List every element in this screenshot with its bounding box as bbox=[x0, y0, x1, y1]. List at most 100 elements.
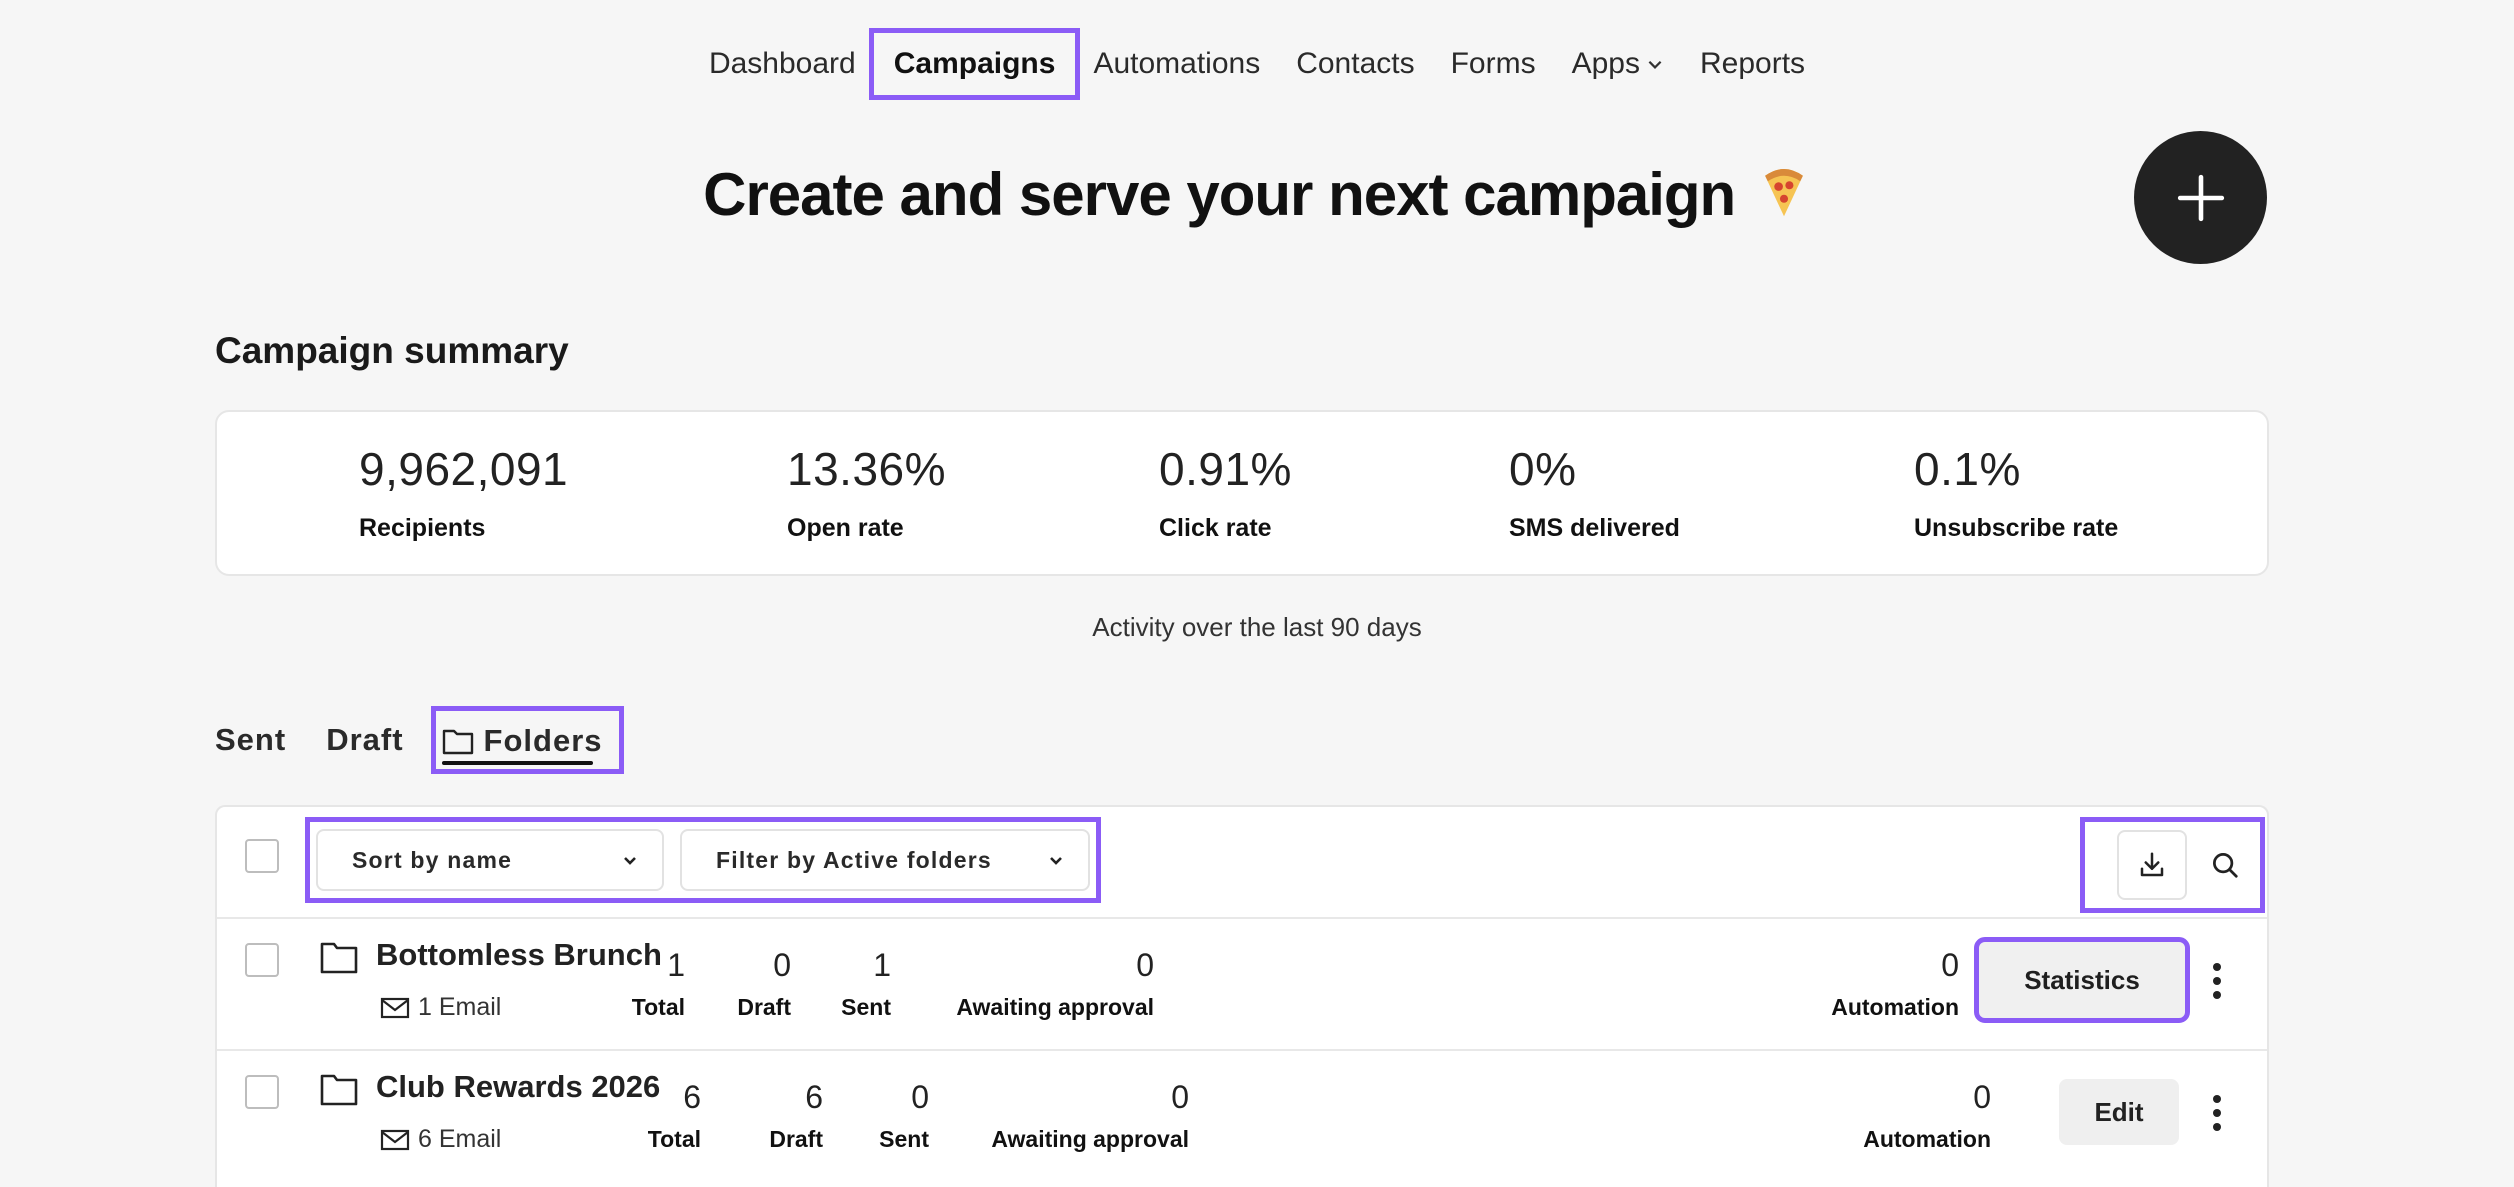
more-options-icon[interactable] bbox=[2211, 1093, 2223, 1133]
metric-recipients: 9,962,091 Recipients bbox=[359, 442, 568, 543]
stat-value: 6 bbox=[683, 1079, 701, 1115]
sort-select-label: Sort by name bbox=[352, 846, 513, 873]
stat-label: Draft bbox=[737, 994, 791, 1020]
folder-email-count: 1 Email bbox=[380, 993, 501, 1022]
folder-name[interactable]: Club Rewards 2026 bbox=[376, 1069, 660, 1105]
tab-draft[interactable]: Draft bbox=[326, 722, 403, 758]
stat-value: 6 bbox=[805, 1079, 823, 1115]
stat-value: 0 bbox=[1973, 1079, 1991, 1115]
stat-label: Automation bbox=[1863, 1126, 1991, 1152]
main-nav: Dashboard Campaigns Automations Contacts… bbox=[0, 28, 2514, 100]
stat-value: 0 bbox=[773, 947, 791, 983]
sort-filter-group: Sort by name Filter by Active folders bbox=[305, 817, 1101, 903]
stat-value: 0 bbox=[911, 1079, 929, 1115]
stat-sent: 0 Sent bbox=[879, 1079, 929, 1153]
nav-item-campaigns[interactable]: Campaigns bbox=[868, 28, 1081, 100]
pizza-icon bbox=[1764, 169, 1803, 217]
table-row: Bottomless Brunch 1 Email 1 Total 0 Draf… bbox=[217, 917, 2267, 1051]
metric-click-rate: 0.91% Click rate bbox=[1159, 442, 1292, 543]
metric-value: 9,962,091 bbox=[359, 443, 569, 495]
mail-icon bbox=[380, 1129, 410, 1150]
stat-total: 6 Total bbox=[648, 1079, 701, 1153]
stat-value: 1 bbox=[873, 947, 891, 983]
stat-value: 1 bbox=[667, 947, 685, 983]
download-button[interactable] bbox=[2117, 830, 2187, 900]
metric-value: 0.91% bbox=[1159, 443, 1292, 495]
stat-automation: 0 Automation bbox=[1863, 1079, 1991, 1153]
plus-icon bbox=[2177, 174, 2224, 221]
download-icon bbox=[2140, 852, 2164, 877]
table-row: Club Rewards 2026 6 Email 6 Total 6 Draf… bbox=[217, 1049, 2267, 1181]
toolbar-actions bbox=[2080, 817, 2265, 913]
folder-email-count: 6 Email bbox=[380, 1125, 501, 1154]
nav-item-automations[interactable]: Automations bbox=[1075, 33, 1278, 95]
table-toolbar: Sort by name Filter by Active folders bbox=[217, 807, 2267, 919]
stat-label: Sent bbox=[841, 994, 891, 1020]
tab-sent[interactable]: Sent bbox=[215, 722, 286, 758]
stat-awaiting-approval: 0 Awaiting approval bbox=[991, 1079, 1189, 1153]
metric-label: Unsubscribe rate bbox=[1914, 514, 2119, 542]
metric-unsubscribe-rate: 0.1% Unsubscribe rate bbox=[1914, 442, 2118, 543]
metric-value: 0% bbox=[1509, 443, 1577, 495]
nav-item-apps-label: Apps bbox=[1571, 47, 1640, 80]
tab-folders[interactable]: Folders bbox=[430, 706, 624, 774]
folders-table: Sort by name Filter by Active folders Bo… bbox=[215, 805, 2269, 1187]
nav-item-dashboard[interactable]: Dashboard bbox=[691, 33, 874, 95]
stat-automation: 0 Automation bbox=[1831, 947, 1959, 1021]
chevron-down-icon bbox=[1050, 857, 1062, 865]
stat-label: Sent bbox=[879, 1126, 929, 1152]
stat-label: Automation bbox=[1831, 994, 1959, 1020]
stat-awaiting-approval: 0 Awaiting approval bbox=[956, 947, 1154, 1021]
tab-folders-label: Folders bbox=[483, 723, 603, 758]
chevron-down-icon bbox=[624, 857, 636, 865]
email-count-text: 6 Email bbox=[418, 1125, 502, 1153]
metric-open-rate: 13.36% Open rate bbox=[787, 442, 946, 543]
sort-select[interactable]: Sort by name bbox=[316, 829, 664, 891]
summary-card: 9,962,091 Recipients 13.36% Open rate 0.… bbox=[215, 410, 2269, 576]
nav-item-contacts[interactable]: Contacts bbox=[1278, 33, 1432, 95]
folder-icon bbox=[442, 729, 473, 755]
statistics-button[interactable]: Statistics bbox=[1974, 937, 2190, 1023]
folder-name[interactable]: Bottomless Brunch bbox=[376, 937, 662, 973]
stat-label: Total bbox=[631, 994, 685, 1020]
nav-item-apps[interactable]: Apps bbox=[1554, 33, 1682, 95]
stat-label: Total bbox=[647, 1126, 701, 1152]
chevron-down-icon bbox=[1648, 60, 1662, 69]
mail-icon bbox=[380, 997, 410, 1018]
stat-value: 0 bbox=[1171, 1079, 1189, 1115]
stat-label: Awaiting approval bbox=[956, 994, 1154, 1020]
stat-total: 1 Total bbox=[632, 947, 685, 1021]
metric-sms-delivered: 0% SMS delivered bbox=[1509, 442, 1680, 543]
metric-label: SMS delivered bbox=[1509, 514, 1680, 542]
create-campaign-button[interactable] bbox=[2134, 131, 2267, 264]
metric-label: Open rate bbox=[787, 514, 904, 542]
summary-title: Campaign summary bbox=[215, 330, 569, 371]
row-checkbox[interactable] bbox=[245, 1075, 279, 1109]
metric-value: 0.1% bbox=[1914, 443, 2021, 495]
folder-icon bbox=[320, 942, 358, 974]
nav-item-reports[interactable]: Reports bbox=[1682, 33, 1823, 95]
email-count-text: 1 Email bbox=[418, 993, 502, 1021]
stat-label: Awaiting approval bbox=[991, 1126, 1189, 1152]
stat-value: 0 bbox=[1136, 947, 1154, 983]
activity-note: Activity over the last 90 days bbox=[1092, 612, 1422, 642]
page-title-text: Create and serve your next campaign bbox=[703, 161, 1736, 228]
row-checkbox[interactable] bbox=[245, 943, 279, 977]
stat-sent: 1 Sent bbox=[841, 947, 891, 1021]
stat-label: Draft bbox=[769, 1126, 823, 1152]
search-icon bbox=[2213, 853, 2238, 878]
stat-draft: 0 Draft bbox=[737, 947, 791, 1021]
campaign-tabs: Sent Draft Folders bbox=[215, 700, 624, 780]
active-tab-underline bbox=[441, 761, 593, 765]
metric-value: 13.36% bbox=[787, 443, 947, 495]
more-options-icon[interactable] bbox=[2211, 961, 2223, 1001]
search-button[interactable] bbox=[2205, 845, 2245, 885]
nav-item-forms[interactable]: Forms bbox=[1433, 33, 1554, 95]
metric-label: Recipients bbox=[359, 514, 486, 542]
select-all-checkbox[interactable] bbox=[245, 839, 279, 873]
edit-button[interactable]: Edit bbox=[2059, 1079, 2179, 1145]
filter-select[interactable]: Filter by Active folders bbox=[680, 829, 1090, 891]
filter-select-label: Filter by Active folders bbox=[716, 846, 992, 873]
stat-value: 0 bbox=[1941, 947, 1959, 983]
metric-label: Click rate bbox=[1159, 514, 1272, 542]
